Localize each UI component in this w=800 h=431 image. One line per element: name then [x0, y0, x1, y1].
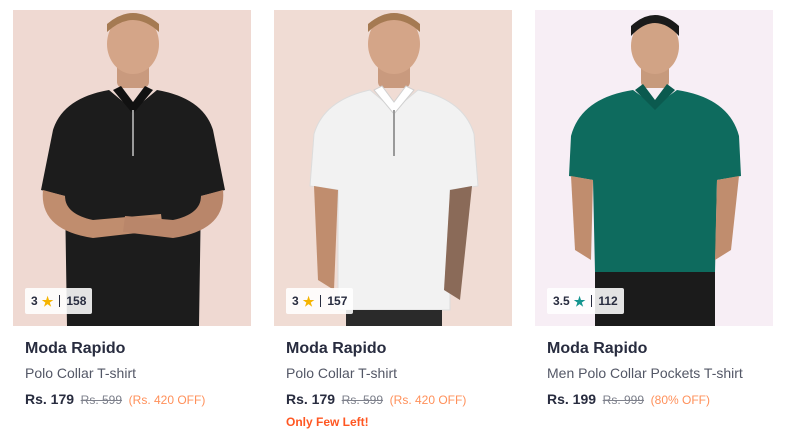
product-title: Polo Collar T-shirt	[25, 365, 137, 381]
price-row: Rs. 179 Rs. 599 (Rs. 420 OFF)	[25, 390, 239, 409]
product-card[interactable]: 3 ★ 157 Moda Rapido Polo Collar T-shirt …	[274, 10, 512, 431]
product-title: Polo Collar T-shirt	[286, 365, 398, 381]
product-card[interactable]: 3.5 ★ 112 Moda Rapido Men Polo Collar Po…	[535, 10, 773, 431]
stock-warning: Only Few Left!	[286, 415, 369, 429]
product-mrp: Rs. 599	[341, 393, 384, 407]
product-title: Men Polo Collar Pockets T-shirt	[547, 365, 743, 381]
rating-count: 158	[66, 294, 87, 308]
rating-badge: 3 ★ 158	[25, 288, 93, 314]
price-row: Rs. 179 Rs. 599 (Rs. 420 OFF)	[286, 390, 500, 409]
product-price: Rs. 199	[547, 391, 597, 407]
product-grid: 3 ★ 158 Moda Rapido Polo Collar T-shirt …	[0, 0, 800, 431]
product-image[interactable]: 3.5 ★ 112	[535, 10, 773, 326]
product-image[interactable]: 3 ★ 157	[274, 10, 512, 326]
rating-count: 157	[327, 294, 348, 308]
product-discount: (Rs. 420 OFF)	[389, 393, 467, 407]
product-card[interactable]: 3 ★ 158 Moda Rapido Polo Collar T-shirt …	[13, 10, 251, 431]
rating-divider	[320, 295, 322, 307]
product-mrp: Rs. 999	[602, 393, 645, 407]
product-info: Moda Rapido Polo Collar T-shirt Rs. 179 …	[13, 326, 251, 409]
rating-divider	[59, 295, 61, 307]
rating-divider	[591, 295, 593, 307]
product-discount: (Rs. 420 OFF)	[128, 393, 206, 407]
rating-badge: 3.5 ★ 112	[547, 288, 624, 314]
product-brand: Moda Rapido	[547, 340, 648, 357]
product-brand: Moda Rapido	[25, 340, 126, 357]
rating-value: 3.5	[553, 294, 570, 308]
product-discount: (80% OFF)	[650, 393, 710, 407]
product-price: Rs. 179	[286, 391, 336, 407]
product-price: Rs. 179	[25, 391, 75, 407]
rating-badge: 3 ★ 157	[286, 288, 354, 314]
product-info: Moda Rapido Polo Collar T-shirt Rs. 179 …	[274, 326, 512, 429]
product-mrp: Rs. 599	[80, 393, 123, 407]
price-row: Rs. 199 Rs. 999 (80% OFF)	[547, 390, 761, 409]
product-info: Moda Rapido Men Polo Collar Pockets T-sh…	[535, 326, 773, 409]
model-photo	[13, 10, 251, 326]
star-icon: ★	[302, 293, 315, 309]
star-icon: ★	[41, 293, 54, 309]
star-icon: ★	[573, 293, 586, 309]
model-photo	[535, 10, 773, 326]
rating-value: 3	[31, 294, 38, 308]
rating-count: 112	[598, 294, 618, 308]
product-image[interactable]: 3 ★ 158	[13, 10, 251, 326]
product-brand: Moda Rapido	[286, 340, 387, 357]
model-photo	[274, 10, 512, 326]
rating-value: 3	[292, 294, 299, 308]
